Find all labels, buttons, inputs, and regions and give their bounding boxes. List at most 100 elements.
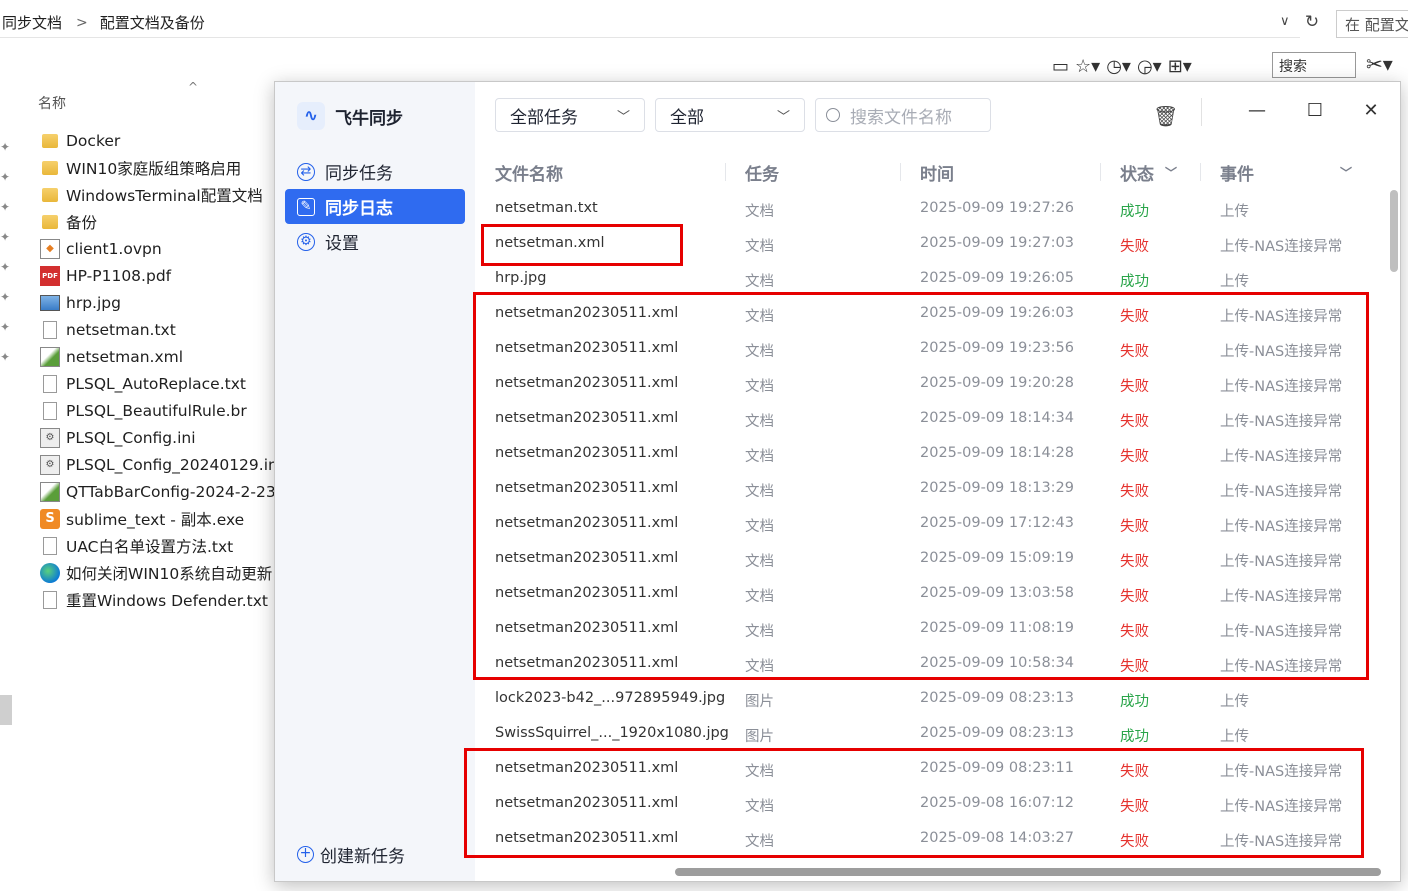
log-table-row[interactable]: lock2023-b42_...972895949.jpg 图片 2025-09-0…	[495, 681, 1383, 716]
minimize-icon[interactable]: —	[1239, 96, 1275, 124]
file-name: PLSQL_AutoReplace.txt	[66, 374, 246, 393]
log-table-row[interactable]: hrp.jpg 文档 2025-09-09 19:26:05 成功 上传	[495, 261, 1383, 296]
sidebar-item-sync-log[interactable]: ✎ 同步日志	[285, 189, 465, 224]
xml-file-icon	[40, 346, 60, 367]
file-item[interactable]: netsetman.xml	[40, 343, 276, 370]
column-header-event[interactable]: 事件	[1220, 160, 1254, 185]
file-name: netsetman.txt	[66, 320, 176, 339]
pin-icon[interactable]: ✦	[0, 290, 12, 320]
file-item[interactable]: Docker	[40, 127, 276, 154]
log-table-header: 文件名称 任务 时间 状态 ﹀ 事件 ﹀	[495, 157, 1383, 187]
task-filter-select[interactable]: 全部任务 ﹀	[495, 98, 645, 132]
file-item[interactable]: WIN10家庭版组策略启用	[40, 154, 276, 181]
file-item[interactable]: PLSQL_BeautifulRule.br	[40, 397, 276, 424]
explorer-toolbar: ▭ ☆▾ ◷▾ ◶▾ ⊞▾	[1052, 52, 1192, 80]
chevron-down-icon: ﹀	[616, 109, 630, 125]
file-item[interactable]: Ssublime_text - 副本.exe	[40, 505, 276, 532]
file-item[interactable]: ⚙ PLSQL_Config.ini	[40, 424, 276, 451]
log-time: 2025-09-09 19:26:05	[920, 270, 1074, 286]
file-item[interactable]: 备份	[40, 208, 276, 235]
sidebar-item-sync-tasks[interactable]: ⇄ 同步任务	[285, 154, 465, 189]
scissors-icon[interactable]: ✂▾	[1366, 52, 1393, 76]
horizontal-scrollbar[interactable]	[675, 868, 1381, 876]
status-filter-select[interactable]: 全部 ﹀	[655, 98, 805, 132]
pane-icon[interactable]: ▭	[1052, 56, 1069, 77]
file-search-input[interactable]: 搜索文件名称	[815, 98, 991, 132]
column-header-status[interactable]: 状态	[1120, 160, 1154, 185]
breadcrumb-separator-icon: >	[76, 14, 88, 31]
close-icon[interactable]: ✕	[1353, 96, 1389, 124]
log-status: 成功	[1120, 694, 1149, 710]
file-item[interactable]: 如何关闭WIN10系统自动更新 -	[40, 559, 276, 586]
vertical-scrollbar[interactable]	[1390, 190, 1398, 272]
log-time: 2025-09-09 19:27:26	[920, 200, 1074, 216]
file-name: PLSQL_Config_20240129.ini	[66, 455, 276, 474]
toolbar-search-input[interactable]: 搜索	[1272, 52, 1356, 78]
file-item[interactable]: netsetman.txt	[40, 316, 276, 343]
pin-icon[interactable]: ✦	[0, 170, 12, 200]
clock-icon[interactable]: ◷▾	[1106, 56, 1131, 77]
trash-icon[interactable]: 🗑	[1153, 104, 1178, 128]
star-icon[interactable]: ☆▾	[1075, 56, 1100, 77]
edge-file-icon	[40, 562, 60, 583]
nav-pane-scrollbar[interactable]	[0, 695, 12, 725]
file-item[interactable]: 重置Windows Defender.txt	[40, 586, 276, 613]
column-header-name[interactable]: 名称	[38, 93, 66, 113]
subl-file-icon: S	[40, 508, 60, 529]
pin-icon[interactable]: ✦	[0, 230, 12, 260]
file-item[interactable]: PDF HP-P1108.pdf	[40, 262, 276, 289]
pin-icon[interactable]: ✦	[0, 320, 12, 350]
doc-file-icon	[43, 320, 57, 339]
log-file-name: SwissSquirrel_..._1920x1080.jpg	[495, 725, 729, 741]
chevron-down-icon[interactable]: ﹀	[1340, 164, 1352, 181]
file-name: WIN10家庭版组策略启用	[66, 159, 242, 178]
file-item[interactable]: ⚙ PLSQL_Config_20240129.ini	[40, 451, 276, 478]
file-name: 重置Windows Defender.txt	[66, 591, 268, 610]
file-item[interactable]: PLSQL_AutoReplace.txt	[40, 370, 276, 397]
column-header-task[interactable]: 任务	[745, 160, 779, 185]
file-name: QTTabBarConfig-2024-2-23.x	[66, 482, 276, 501]
file-item[interactable]: QTTabBarConfig-2024-2-23.x	[40, 478, 276, 505]
windows-icon[interactable]: ⊞▾	[1168, 56, 1192, 77]
pin-icon[interactable]: ✦	[0, 140, 12, 170]
chevron-down-icon[interactable]: ∨	[1280, 14, 1290, 29]
file-item[interactable]: WindowsTerminal配置文档	[40, 181, 276, 208]
history-icon[interactable]: ◶▾	[1137, 56, 1162, 77]
file-name: 如何关闭WIN10系统自动更新 -	[66, 564, 276, 583]
ini-file-icon: ⚙	[40, 427, 60, 448]
log-event: 上传	[1220, 274, 1249, 290]
column-divider	[1200, 163, 1201, 181]
file-item[interactable]: UAC白名单设置方法.txt	[40, 532, 276, 559]
refresh-icon[interactable]: ↻	[1300, 12, 1324, 36]
file-item[interactable]: ◆ client1.ovpn	[40, 235, 276, 262]
pin-icon[interactable]: ✦	[0, 350, 12, 380]
address-bar[interactable]: 同步文档 > 配置文档及备份 ∨	[0, 8, 1300, 38]
create-task-button[interactable]: + 创建新任务	[297, 842, 405, 867]
file-list: Docker WIN10家庭版组策略启用 WindowsTerminal配置文档 备份…	[40, 127, 276, 613]
pin-icon[interactable]: ✦	[0, 200, 12, 230]
maximize-icon[interactable]: ☐	[1297, 96, 1333, 124]
breadcrumb-item[interactable]: 配置文档及备份	[98, 12, 209, 33]
file-name: sublime_text - 副本.exe	[66, 510, 245, 529]
log-event: 上传	[1220, 694, 1249, 710]
log-table-row[interactable]: SwissSquirrel_..._1920x1080.jpg 图片 2025-09…	[495, 716, 1383, 751]
log-file-name: hrp.jpg	[495, 270, 547, 286]
highlight-box	[481, 224, 683, 266]
chevron-down-icon[interactable]: ﹀	[1165, 164, 1177, 181]
quick-access-pins: ✦ ✦ ✦ ✦ ✦ ✦ ✦ ✦	[0, 140, 12, 380]
column-header-file[interactable]: 文件名称	[495, 160, 563, 185]
log-table-row[interactable]: netsetman.txt 文档 2025-09-09 19:27:26 成功 上传	[495, 191, 1383, 226]
explorer-search-input[interactable]: 在 配置文	[1336, 10, 1408, 38]
toolbar-divider	[1201, 98, 1202, 126]
sidebar-item-settings[interactable]: ⚙ 设置	[285, 224, 465, 259]
breadcrumb-item[interactable]: 同步文档	[0, 12, 66, 33]
app-brand: ∿ 飞牛同步	[297, 102, 403, 130]
pin-icon[interactable]: ✦	[0, 260, 12, 290]
file-item[interactable]: hrp.jpg	[40, 289, 276, 316]
file-name: client1.ovpn	[66, 239, 162, 258]
column-header-time[interactable]: 时间	[920, 160, 954, 185]
log-task: 图片	[745, 729, 774, 745]
log-status: 成功	[1120, 274, 1149, 290]
log-task: 图片	[745, 694, 774, 710]
log-time: 2025-09-09 08:23:13	[920, 725, 1074, 741]
